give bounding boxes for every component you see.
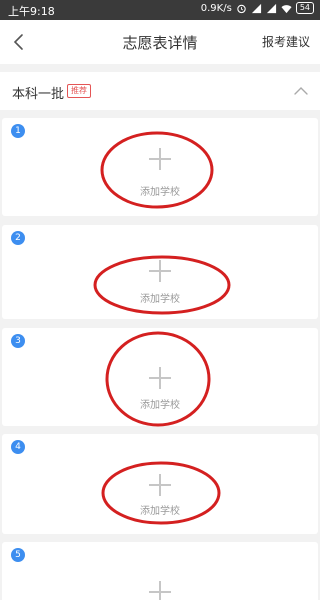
recommend-badge: 推荐 bbox=[67, 84, 91, 98]
school-slot-1[interactable]: 1 添加学校 bbox=[2, 118, 318, 216]
slot-number-badge: 2 bbox=[11, 231, 25, 245]
add-school-label: 添加学校 bbox=[140, 506, 180, 517]
nav-bar: 志愿表详情 报考建议 bbox=[0, 20, 320, 64]
batch-title: 本科一批 bbox=[12, 87, 65, 102]
network-speed: 0.9K/s bbox=[200, 2, 232, 14]
plus-icon[interactable] bbox=[145, 363, 175, 393]
plus-icon[interactable] bbox=[145, 144, 175, 174]
add-school-label: 添加学校 bbox=[140, 294, 180, 305]
wifi-icon bbox=[281, 4, 292, 13]
status-bar: 上午9:18 0.9K/s 54 bbox=[0, 0, 320, 20]
add-school-label: 添加学校 bbox=[140, 187, 180, 198]
status-time: 上午9:18 bbox=[8, 5, 55, 18]
slot-number-badge: 1 bbox=[11, 124, 25, 138]
school-slot-4[interactable]: 4 添加学校 bbox=[2, 434, 318, 534]
plus-icon[interactable] bbox=[145, 256, 175, 286]
slot-number-badge: 5 bbox=[11, 548, 25, 562]
plus-icon[interactable] bbox=[145, 470, 175, 500]
signal-icon bbox=[251, 3, 261, 13]
signal-icon-2 bbox=[266, 3, 276, 13]
school-slot-5[interactable]: 5 bbox=[2, 542, 318, 600]
school-slot-2[interactable]: 2 添加学校 bbox=[2, 225, 318, 319]
add-school-label: 添加学校 bbox=[140, 400, 180, 411]
slot-number-badge: 3 bbox=[11, 334, 25, 348]
status-icons: 0.9K/s 54 bbox=[201, 2, 314, 14]
school-slot-3[interactable]: 3 添加学校 bbox=[2, 328, 318, 426]
chevron-up-icon[interactable] bbox=[292, 82, 310, 100]
plus-icon[interactable] bbox=[145, 577, 175, 600]
batch-section-header[interactable]: 本科一批 推荐 bbox=[0, 72, 320, 110]
slot-number-badge: 4 bbox=[11, 440, 25, 454]
application-advice-link[interactable]: 报考建议 bbox=[262, 33, 310, 50]
battery-icon: 54 bbox=[295, 2, 314, 14]
alarm-icon bbox=[237, 4, 246, 13]
